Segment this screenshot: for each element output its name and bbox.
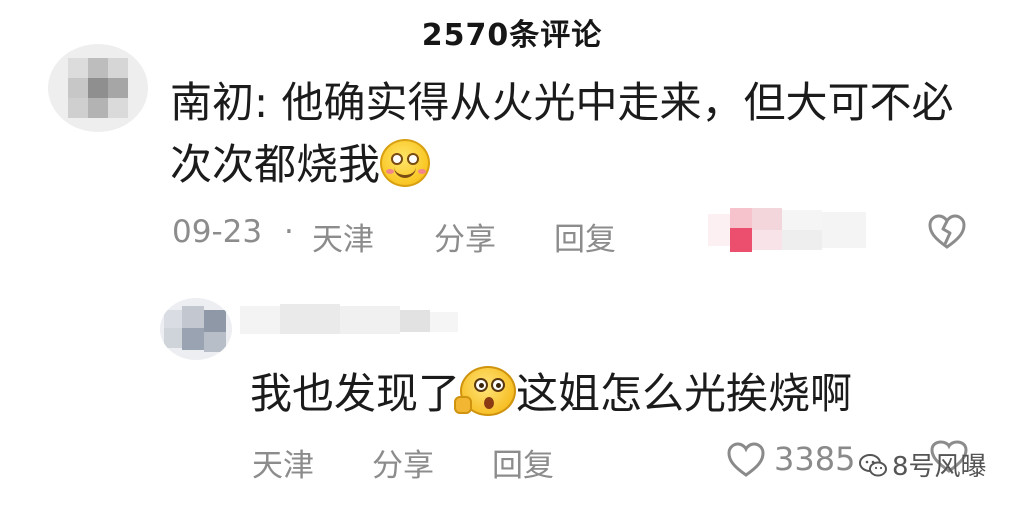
meta-separator: · [284,214,294,250]
comment-location: 天津 [312,222,374,258]
watermark-text: 8号风曝 [892,452,987,482]
comment-location: 天津 [252,448,314,484]
avatar[interactable] [160,298,232,360]
wechat-icon [859,454,887,477]
broken-heart-icon[interactable] [928,214,966,250]
reply-button[interactable]: 回复 [492,440,554,485]
comment-date: 09-23 [172,214,263,250]
heart-icon[interactable] [726,442,766,478]
comment-body: 南初: 他确实得从火光中走来，但大可不必次次都烧我 [170,78,954,189]
blurred-username [240,300,460,340]
smile-blush-emoji [380,139,431,187]
blurred-like-info [708,206,868,252]
watermark: 8号风曝 [858,446,987,483]
reply-meta: 天津 分享 回复 [252,440,672,484]
share-button[interactable]: 分享 [372,440,434,485]
reply-body-end: 这姐怎么光挨烧啊 [516,369,853,418]
reply-body-start: 我也发现了 [250,369,461,418]
comments-count-title: 2570条评论 [421,18,603,53]
reply-text: 我也发现了 这姐怎么光挨烧啊 [250,363,970,425]
avatar[interactable] [48,44,148,132]
shocked-face-emoji [454,366,517,416]
like-count: 3385 [774,440,856,478]
share-button[interactable]: 分享 [434,214,496,259]
comment-text: 南初: 他确实得从火光中走来，但大可不必次次都烧我 [170,72,970,196]
reply-button[interactable]: 回复 [554,214,616,259]
